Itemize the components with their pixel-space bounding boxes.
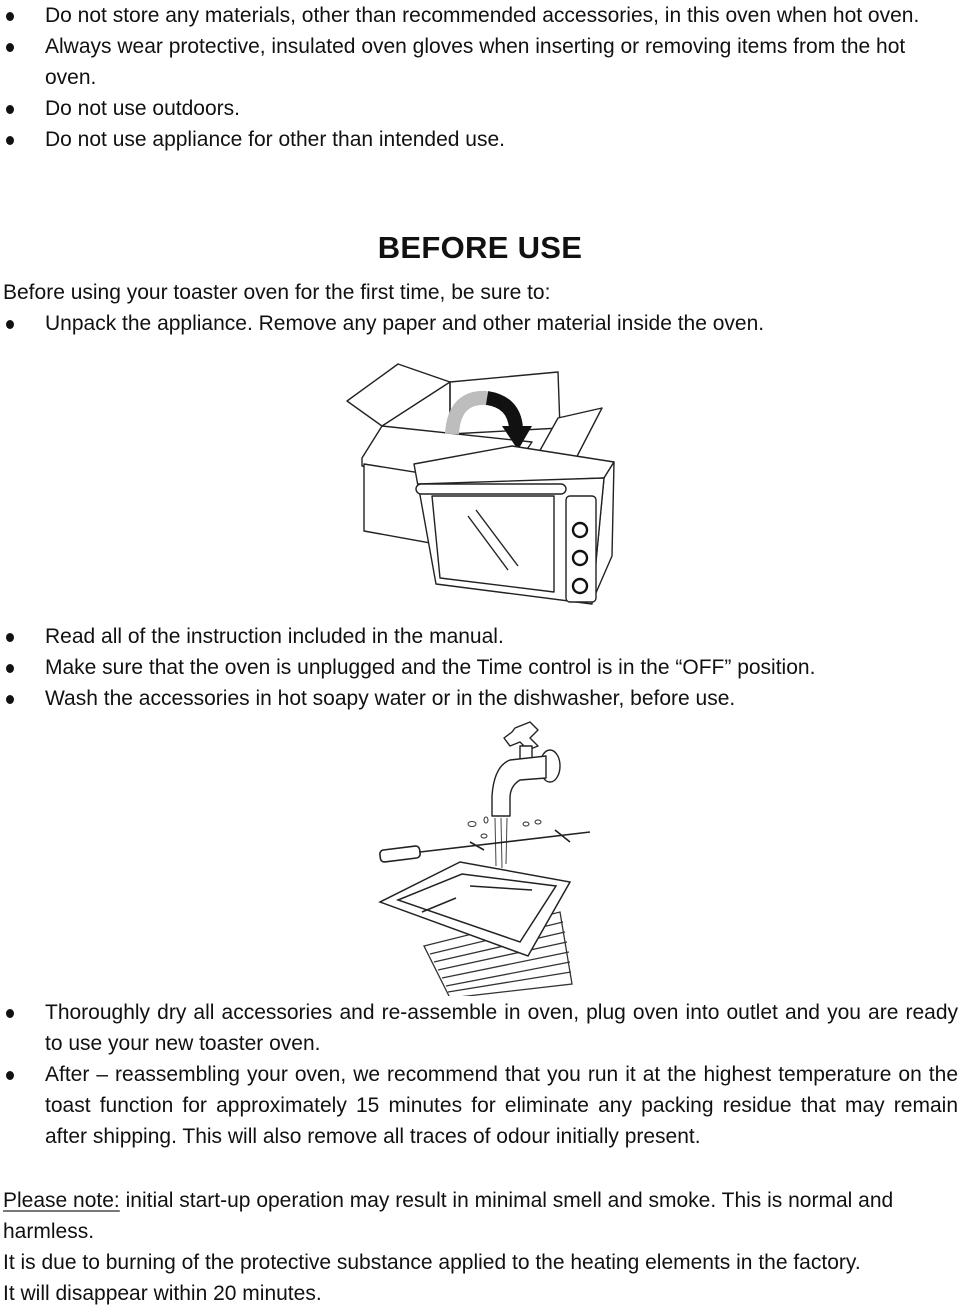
list-item-text: Always wear protective, insulated oven g…	[45, 35, 906, 89]
bullet-icon	[6, 633, 14, 642]
list-item-text: Do not store any materials, other than r…	[45, 4, 920, 27]
note-duration: It will disappear within 20 minutes.	[3, 1282, 322, 1305]
oven-knob-icon	[571, 521, 589, 539]
list-item-text: Thoroughly dry all accessories and re-as…	[45, 1001, 958, 1055]
notes-section: Please note: initial start-up operation …	[3, 1185, 960, 1309]
box-to-oven-illustration-icon	[346, 363, 615, 605]
list-item-text: Do not use appliance for other than inte…	[45, 128, 505, 151]
safety-list: Do not store any materials, other than r…	[0, 0, 960, 155]
bullet-icon	[6, 320, 14, 329]
list-item-text: Do not use outdoors.	[45, 97, 240, 120]
intro-text: Before using your toaster oven for the f…	[3, 281, 551, 304]
list-item-text: Unpack the appliance. Remove any paper a…	[45, 312, 765, 335]
list-item-text: Read all of the instruction included in …	[45, 625, 504, 648]
box-left-flap	[346, 363, 451, 427]
oven-knob-icon	[571, 549, 589, 567]
list-item: Always wear protective, insulated oven g…	[0, 31, 960, 93]
list-item: Do not use appliance for other than inte…	[0, 124, 960, 155]
list-item: After – reassembling your oven, we recom…	[0, 1059, 960, 1152]
bullet-icon	[6, 12, 14, 21]
list-item-text: Wash the accessories in hot soapy water …	[45, 687, 736, 710]
bullet-icon	[6, 105, 14, 114]
list-item-text: Make sure that the oven is unplugged and…	[45, 656, 816, 679]
note-paragraph: Please note: initial start-up operation …	[3, 1185, 960, 1247]
bullet-icon	[6, 664, 14, 673]
bullet-icon	[6, 136, 14, 145]
spit-handle	[379, 845, 421, 863]
list-item: Do not use outdoors.	[0, 93, 960, 124]
list-item-text: After – reassembling your oven, we recom…	[45, 1063, 958, 1148]
steps-list-middle: Read all of the instruction included in …	[0, 621, 960, 714]
list-item: Unpack the appliance. Remove any paper a…	[0, 308, 960, 339]
bullet-icon	[6, 695, 14, 704]
faucet-spout	[491, 755, 547, 817]
safety-list-section: Do not store any materials, other than r…	[0, 0, 960, 155]
oven-handle	[415, 483, 567, 495]
note-cause: It is due to burning of the protective s…	[3, 1251, 861, 1274]
steps-list-final: Thoroughly dry all accessories and re-as…	[0, 997, 960, 1152]
list-item: Read all of the instruction included in …	[0, 621, 960, 652]
oven-knob-icon	[571, 577, 589, 595]
note-text: initial start-up operation may result in…	[3, 1189, 894, 1243]
bullet-icon	[6, 43, 14, 52]
oven-door-window	[431, 495, 555, 593]
list-item: Thoroughly dry all accessories and re-as…	[0, 997, 960, 1059]
rotisserie-spit	[419, 831, 591, 853]
bullet-icon	[6, 1071, 14, 1080]
list-item: Wash the accessories in hot soapy water …	[0, 683, 960, 714]
list-item: Make sure that the oven is unplugged and…	[0, 652, 960, 683]
note-label: Please note:	[3, 1189, 120, 1212]
unpack-illustration	[342, 346, 622, 616]
faucet-washing-accessories-illustration-icon	[378, 721, 591, 999]
wash-illustration	[360, 716, 605, 999]
section-heading: BEFORE USE	[377, 230, 583, 265]
unpack-list: Unpack the appliance. Remove any paper a…	[0, 308, 960, 339]
list-item: Do not store any materials, other than r…	[0, 0, 960, 31]
bullet-icon	[6, 1009, 14, 1018]
